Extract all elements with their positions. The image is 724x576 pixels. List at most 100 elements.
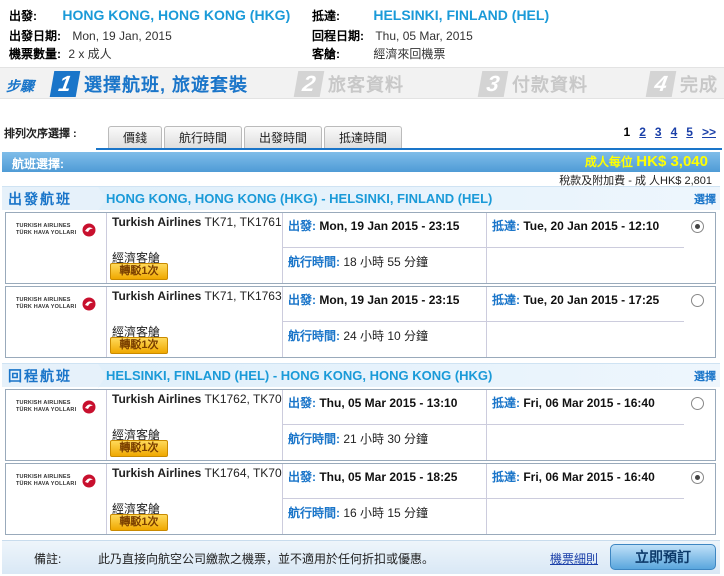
footer-bar: 備註: 此乃直接向航空公司繳款之機票，並不適用於任何折扣或優惠。 機票細則 立即… [2, 540, 720, 574]
flight-duration: 航行時間: 18 小時 55 分鐘 [288, 255, 429, 269]
departure-column: 出發: Mon, 19 Jan 2015 - 23:15 航行時間: 24 小時… [282, 287, 486, 357]
flight-card[interactable]: TURKISH AIRLINES TÜRK HAVA YOLLARI Turkis… [5, 463, 716, 535]
arrival-time: 抵達: Tue, 20 Jan 2015 - 17:25 [492, 293, 660, 307]
pagination: 1 2 3 4 5 >> [624, 125, 716, 139]
flight-card[interactable]: TURKISH AIRLINES TÜRK HAVA YOLLARI Turkis… [5, 389, 716, 461]
arrival-time: 抵達: Fri, 06 Mar 2015 - 16:40 [492, 396, 655, 410]
step-4-label: 完成 [680, 75, 718, 95]
tabs-underline [96, 148, 722, 150]
logo-text: TURKISH AIRLINES TÜRK HAVA YOLLARI [16, 297, 77, 310]
book-now-button[interactable]: 立即預訂 [610, 544, 716, 570]
flight-card[interactable]: TURKISH AIRLINES TÜRK HAVA YOLLARI Turkis… [5, 212, 716, 284]
airline-name: Turkish Airlines TK1764, TK70 [112, 466, 282, 480]
page-next-link[interactable]: >> [702, 125, 716, 139]
departure-column: 出發: Thu, 05 Mar 2015 - 13:10 航行時間: 21 小時… [282, 390, 486, 460]
turkish-airlines-logo: TURKISH AIRLINES TÜRK HAVA YOLLARI [16, 400, 96, 426]
logo-text: TURKISH AIRLINES TÜRK HAVA YOLLARI [16, 223, 77, 236]
to-value: HELSINKI, FINLAND (HEL) [373, 7, 550, 23]
step-1-number: 1 [49, 71, 81, 97]
turkish-airlines-logo: TURKISH AIRLINES TÜRK HAVA YOLLARI [16, 474, 96, 500]
return-tag: 回程航班 [2, 364, 98, 387]
flight-select-radio[interactable] [691, 397, 704, 410]
arrival-column: 抵達: Tue, 20 Jan 2015 - 12:10 [486, 213, 684, 283]
flight-select-header: 航班選擇: 成人每位 HK$ 3,040 [2, 152, 720, 172]
stops-badge[interactable]: 轉駁1次 [110, 440, 168, 457]
step-4: 4 完成 [645, 69, 718, 99]
return-select-label: 選擇 [694, 371, 716, 383]
step-2-number: 2 [293, 71, 325, 97]
step-1: 1 選擇航班, 旅遊套裝 [49, 69, 248, 99]
tulip-logo-icon [82, 297, 96, 311]
flight-duration: 航行時間: 16 小時 15 分鐘 [288, 506, 429, 520]
airline-column: Turkish Airlines TK71, TK1763 經濟客艙 轉駁1次 [106, 287, 282, 357]
tulip-logo-icon [82, 223, 96, 237]
return-date-label: 回程日期: [312, 29, 364, 43]
price-per-adult: 成人每位 HK$ 3,040 [585, 153, 708, 170]
turkish-airlines-logo: TURKISH AIRLINES TÜRK HAVA YOLLARI [16, 297, 96, 323]
departure-column: 出發: Thu, 05 Mar 2015 - 18:25 航行時間: 16 小時… [282, 464, 486, 534]
flight-select-radio[interactable] [691, 294, 704, 307]
steps-label: 步驟 [6, 78, 34, 94]
tickets-row: 機票數量: 2 x 成人 [9, 45, 112, 62]
steps-bar: 步驟 1 選擇航班, 旅遊套裝 2 旅客資料 3 付款資料 4 完成 [0, 67, 724, 99]
depart-date-value: Mon, 19 Jan, 2015 [72, 29, 172, 43]
logo-text: TURKISH AIRLINES TÜRK HAVA YOLLARI [16, 400, 77, 413]
step-3-label: 付款資料 [512, 75, 588, 95]
airline-name: Turkish Airlines TK1762, TK70 [112, 392, 282, 406]
price-value: HK$ 3,040 [636, 153, 708, 170]
page-2-link[interactable]: 2 [639, 125, 646, 139]
stops-badge[interactable]: 轉駁1次 [110, 263, 168, 280]
remark-text: 此乃直接向航空公司繳款之機票，並不適用於任何折扣或優惠。 [98, 552, 435, 566]
sort-label: 排列次序選擇 : [4, 128, 77, 140]
flight-select-label: 航班選擇: [12, 157, 64, 171]
page-4-link[interactable]: 4 [671, 125, 678, 139]
return-date-row: 回程日期: Thu, 05 Mar, 2015 [312, 27, 473, 44]
outbound-route: HONG KONG, HONG KONG (HKG) - HELSINKI, F… [106, 191, 493, 206]
stops-badge[interactable]: 轉駁1次 [110, 514, 168, 531]
arrival-column: 抵達: Fri, 06 Mar 2015 - 16:40 [486, 390, 684, 460]
step-4-number: 4 [645, 71, 677, 97]
airline-column: Turkish Airlines TK1762, TK70 經濟客艙 轉駁1次 [106, 390, 282, 460]
sort-tab-departure[interactable]: 出發時間 [244, 126, 323, 148]
flight-select-radio[interactable] [691, 471, 704, 484]
arrival-time: 抵達: Fri, 06 Mar 2015 - 16:40 [492, 470, 655, 484]
return-date-value: Thu, 05 Mar, 2015 [375, 29, 473, 43]
remark-label: 備註: [34, 552, 62, 566]
page-5-link[interactable]: 5 [686, 125, 693, 139]
sort-tab-price[interactable]: 價錢 [108, 126, 163, 148]
airline-column: Turkish Airlines TK1764, TK70 經濟客艙 轉駁1次 [106, 464, 282, 534]
depart-date-label: 出發日期: [9, 29, 61, 43]
flight-card[interactable]: TURKISH AIRLINES TÜRK HAVA YOLLARI Turkis… [5, 286, 716, 358]
sort-tab-duration[interactable]: 航行時間 [164, 126, 243, 148]
return-section-header: 回程航班 HELSINKI, FINLAND (HEL) - HONG KONG… [2, 363, 720, 388]
return-route: HELSINKI, FINLAND (HEL) - HONG KONG, HON… [106, 368, 493, 383]
step-3-number: 3 [477, 71, 509, 97]
arrival-column: 抵達: Tue, 20 Jan 2015 - 17:25 [486, 287, 684, 357]
airline-name: Turkish Airlines TK71, TK1763 [112, 289, 282, 303]
flight-select-radio[interactable] [691, 220, 704, 233]
departure-time: 出發: Thu, 05 Mar 2015 - 13:10 [288, 396, 458, 410]
departure-time: 出發: Mon, 19 Jan 2015 - 23:15 [288, 219, 460, 233]
from-label: 出發: [9, 9, 37, 23]
flight-duration: 航行時間: 24 小時 10 分鐘 [288, 329, 429, 343]
stops-badge[interactable]: 轉駁1次 [110, 337, 168, 354]
flight-duration: 航行時間: 21 小時 30 分鐘 [288, 432, 429, 446]
sort-tab-arrival[interactable]: 抵達時間 [324, 126, 403, 148]
ticket-rules-link[interactable]: 機票細則 [550, 550, 598, 567]
cabin-row: 客艙: 經濟來回機票 [312, 45, 445, 62]
page-current: 1 [623, 125, 631, 139]
tulip-logo-icon [82, 400, 96, 414]
from-value: HONG KONG, HONG KONG (HKG) [62, 7, 291, 23]
cabin-label: 客艙: [312, 47, 340, 61]
airline-name: Turkish Airlines TK71, TK1761 [112, 215, 282, 229]
depart-date-row: 出發日期: Mon, 19 Jan, 2015 [9, 27, 172, 44]
sort-tabs: 價錢 航行時間 出發時間 抵達時間 [108, 126, 404, 148]
outbound-select-label: 選擇 [694, 194, 716, 206]
turkish-airlines-logo: TURKISH AIRLINES TÜRK HAVA YOLLARI [16, 223, 96, 249]
page-3-link[interactable]: 3 [655, 125, 662, 139]
outbound-tag: 出發航班 [2, 187, 98, 210]
outbound-section-header: 出發航班 HONG KONG, HONG KONG (HKG) - HELSIN… [2, 186, 720, 211]
outbound-tag-arrow [98, 187, 106, 211]
step-2-label: 旅客資料 [328, 75, 404, 95]
arrival-time: 抵達: Tue, 20 Jan 2015 - 12:10 [492, 219, 660, 233]
